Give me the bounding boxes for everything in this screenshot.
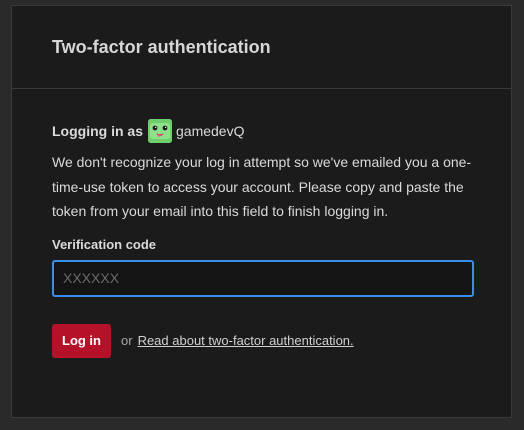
frog-avatar-icon [148,119,172,143]
verification-code-label: Verification code [52,236,157,252]
two-factor-panel: Two-factor authentication Logging in as … [11,5,512,418]
verification-code-input[interactable] [52,259,474,297]
two-factor-info-link[interactable]: Read about two-factor authentication. [138,333,354,348]
or-text: or [121,333,133,348]
log-in-button[interactable]: Log in [52,323,111,358]
logging-in-label: Logging in as [52,123,143,139]
panel-body: Logging in as gamedevQ We don't recogniz… [12,89,511,358]
username: gamedevQ [176,123,245,139]
logging-in-as: Logging in as gamedevQ [52,118,471,144]
page-title: Two-factor authentication [52,37,271,57]
panel-header: Two-factor authentication [12,6,511,89]
form-actions: Log in or Read about two-factor authenti… [52,323,471,358]
verification-message: We don't recognize your log in attempt s… [52,154,472,219]
